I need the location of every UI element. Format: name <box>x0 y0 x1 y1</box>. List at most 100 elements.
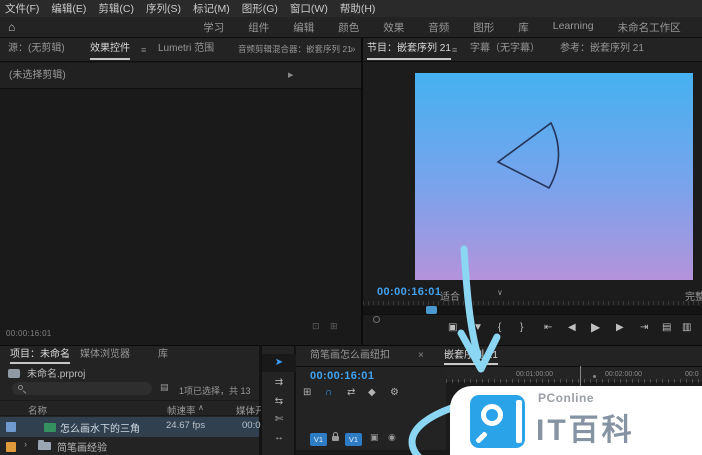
monitor-playhead-handle[interactable] <box>426 306 437 314</box>
menu-clip[interactable]: 剪辑(C) <box>98 1 134 16</box>
play-button[interactable]: ▶ <box>591 320 600 334</box>
menu-graphics[interactable]: 图形(G) <box>242 1 278 16</box>
tab-project[interactable]: 项目：未命名 <box>10 346 70 364</box>
mark-out-button[interactable]: } <box>520 322 523 333</box>
timeline-settings-icon[interactable]: ⚙ <box>390 387 399 398</box>
sync-lock-icon[interactable]: ▣ <box>370 432 379 443</box>
workspace-tab-assembly[interactable]: 组件 <box>248 20 269 35</box>
selection-status: 1项已选择，共 13 <box>179 386 251 396</box>
workspace-tabs: 学习 组件 编辑 颜色 效果 音频 图形 库 Learning 未命名工作区 <box>203 20 680 35</box>
column-name[interactable]: 名称 <box>28 403 47 417</box>
linked-selection-icon[interactable]: ⇄ <box>347 387 355 398</box>
column-frame-rate[interactable]: 帧速率 <box>167 403 196 417</box>
workspace-tab-effects[interactable]: 效果 <box>383 20 404 35</box>
search-box[interactable] <box>12 382 152 399</box>
menu-markers[interactable]: 标记(M) <box>193 1 230 16</box>
step-back-button[interactable]: ◀ <box>568 322 576 333</box>
workspace-tab-learning[interactable]: Learning <box>553 20 594 35</box>
video-preview-frame <box>415 73 693 280</box>
go-to-out-button[interactable]: ⇥ <box>640 322 648 333</box>
column-headers: 名称 帧速率 ∧ 媒体开 <box>0 400 265 417</box>
program-timecode[interactable]: 00:00:16:01 <box>377 286 441 298</box>
snapshot-button[interactable]: ▣ <box>448 322 457 333</box>
workspace-tab-editing[interactable]: 编辑 <box>293 20 314 35</box>
project-file-name[interactable]: 未命名.prproj <box>27 365 85 380</box>
workspace-tab-learn[interactable]: 学习 <box>203 20 224 35</box>
go-to-in-button[interactable]: ⇤ <box>544 322 552 333</box>
tab-lumetri-scopes[interactable]: Lumetri 范围 <box>158 38 214 60</box>
tab-program-monitor[interactable]: 节目：嵌套序列 21 <box>367 38 451 60</box>
sequence-frame-rate: 24.67 fps <box>166 420 206 431</box>
workspace-tab-libraries[interactable]: 库 <box>518 20 529 35</box>
monitor-scrub-track[interactable] <box>363 306 702 315</box>
tab-effect-controls[interactable]: 效果控件 <box>90 38 130 60</box>
magnifier-icon <box>481 404 503 426</box>
chevron-down-icon[interactable]: ∨ <box>497 288 503 297</box>
menu-help[interactable]: 帮助(H) <box>340 1 376 16</box>
effect-controls-tabbar: 源：(无剪辑) 效果控件 ≡ Lumetri 范围 音频剪辑混合器：嵌套序列 2… <box>0 38 361 62</box>
bin-name[interactable]: 简笔画经验 <box>57 439 107 454</box>
tab-source-monitor[interactable]: 源：(无剪辑) <box>8 38 65 60</box>
add-marker-icon[interactable]: ◆ <box>368 387 376 398</box>
triangle-shape-graphic <box>496 121 560 190</box>
label-color-chip-orange[interactable] <box>6 442 16 452</box>
tab-captions[interactable]: 字幕（无字幕） <box>470 38 540 60</box>
workspace-tab-graphics[interactable]: 图形 <box>473 20 494 35</box>
sequence-media-start: 00:0 <box>242 420 261 431</box>
tab-libraries[interactable]: 库 <box>158 346 168 364</box>
track-lock-icon[interactable] <box>332 432 339 441</box>
workspace-tab-unnamed[interactable]: 未命名工作区 <box>618 20 681 35</box>
workspace-tab-color[interactable]: 颜色 <box>338 20 359 35</box>
track-output-eye-icon[interactable]: ◉ <box>388 432 396 443</box>
nest-insert-icon[interactable]: ⊞ <box>303 387 311 398</box>
slip-tool[interactable]: ↔ <box>262 432 296 443</box>
search-input[interactable] <box>12 385 152 399</box>
snap-toggle-icon[interactable]: ∩ <box>325 387 332 398</box>
close-icon[interactable]: × <box>418 346 424 366</box>
ruler-label: 00:0 <box>685 371 699 378</box>
tools-panel: ➤ ⇉ ⇆ ✄ ↔ <box>261 346 296 455</box>
twirl-open-icon[interactable]: › <box>24 439 27 449</box>
sequence-icon <box>44 423 56 432</box>
source-patch-v1-button[interactable]: V1 <box>310 433 327 446</box>
add-marker-button[interactable]: ▼ <box>473 322 483 333</box>
tab-audio-clip-mixer[interactable]: 音频剪辑混合器：嵌套序列 21 <box>238 38 352 60</box>
filter-icon[interactable]: ▤ <box>160 382 169 393</box>
tab-media-browser[interactable]: 媒体浏览器 <box>80 346 130 364</box>
panel-menu-icon[interactable]: ≡ <box>452 45 457 55</box>
menu-sequence[interactable]: 序列(S) <box>146 1 181 16</box>
sequence-name[interactable]: 怎么画水下的三角 <box>60 420 140 435</box>
monitor-settings-icon[interactable] <box>373 316 380 323</box>
menu-bar: 文件(F) 编辑(E) 剪辑(C) 序列(S) 标记(M) 图形(G) 窗口(W… <box>0 0 702 17</box>
menu-edit[interactable]: 编辑(E) <box>51 1 86 16</box>
sort-ascending-icon[interactable]: ∧ <box>198 403 204 412</box>
timeline-timecode[interactable]: 00:00:16:01 <box>310 370 374 382</box>
panel-menu-icon[interactable]: ≡ <box>64 351 69 361</box>
menu-window[interactable]: 窗口(W) <box>290 1 328 16</box>
tab-sequence-active[interactable]: 嵌套序列 21 <box>444 346 498 365</box>
workspace-tab-audio[interactable]: 音频 <box>428 20 449 35</box>
panel-divider[interactable] <box>361 38 363 345</box>
watermark-card: PConline IT百科 <box>450 386 702 455</box>
tab-sequence-other[interactable]: 简笔画怎么画纽扣 <box>310 346 390 366</box>
step-forward-button[interactable]: ▶ <box>616 322 624 333</box>
track-select-forward-tool[interactable]: ⇉ <box>262 377 296 388</box>
label-color-chip-blue[interactable] <box>6 422 16 432</box>
track-v1-button[interactable]: V1 <box>345 433 362 446</box>
expander-arrow-icon[interactable]: ▶ <box>288 63 293 89</box>
effect-controls-timecode[interactable]: 00:00:16:01 <box>6 329 52 338</box>
zoom-in-icon[interactable]: ⊞ <box>330 321 338 332</box>
lift-button[interactable]: ▤ <box>662 322 671 333</box>
razor-tool[interactable]: ✄ <box>262 414 296 425</box>
panel-divider[interactable] <box>0 345 702 346</box>
home-icon[interactable]: ⌂ <box>8 20 15 34</box>
ripple-edit-tool[interactable]: ⇆ <box>262 396 296 407</box>
tab-overflow-icon[interactable]: » <box>350 44 356 55</box>
zoom-out-icon[interactable]: ⊡ <box>312 321 320 332</box>
tab-reference-monitor[interactable]: 参考：嵌套序列 21 <box>560 38 644 60</box>
menu-file[interactable]: 文件(F) <box>5 1 39 16</box>
extract-button[interactable]: ▥ <box>682 322 691 333</box>
panel-menu-icon[interactable]: ≡ <box>141 45 146 55</box>
mark-in-button[interactable]: { <box>498 322 501 333</box>
selection-tool[interactable]: ➤ <box>262 354 296 372</box>
